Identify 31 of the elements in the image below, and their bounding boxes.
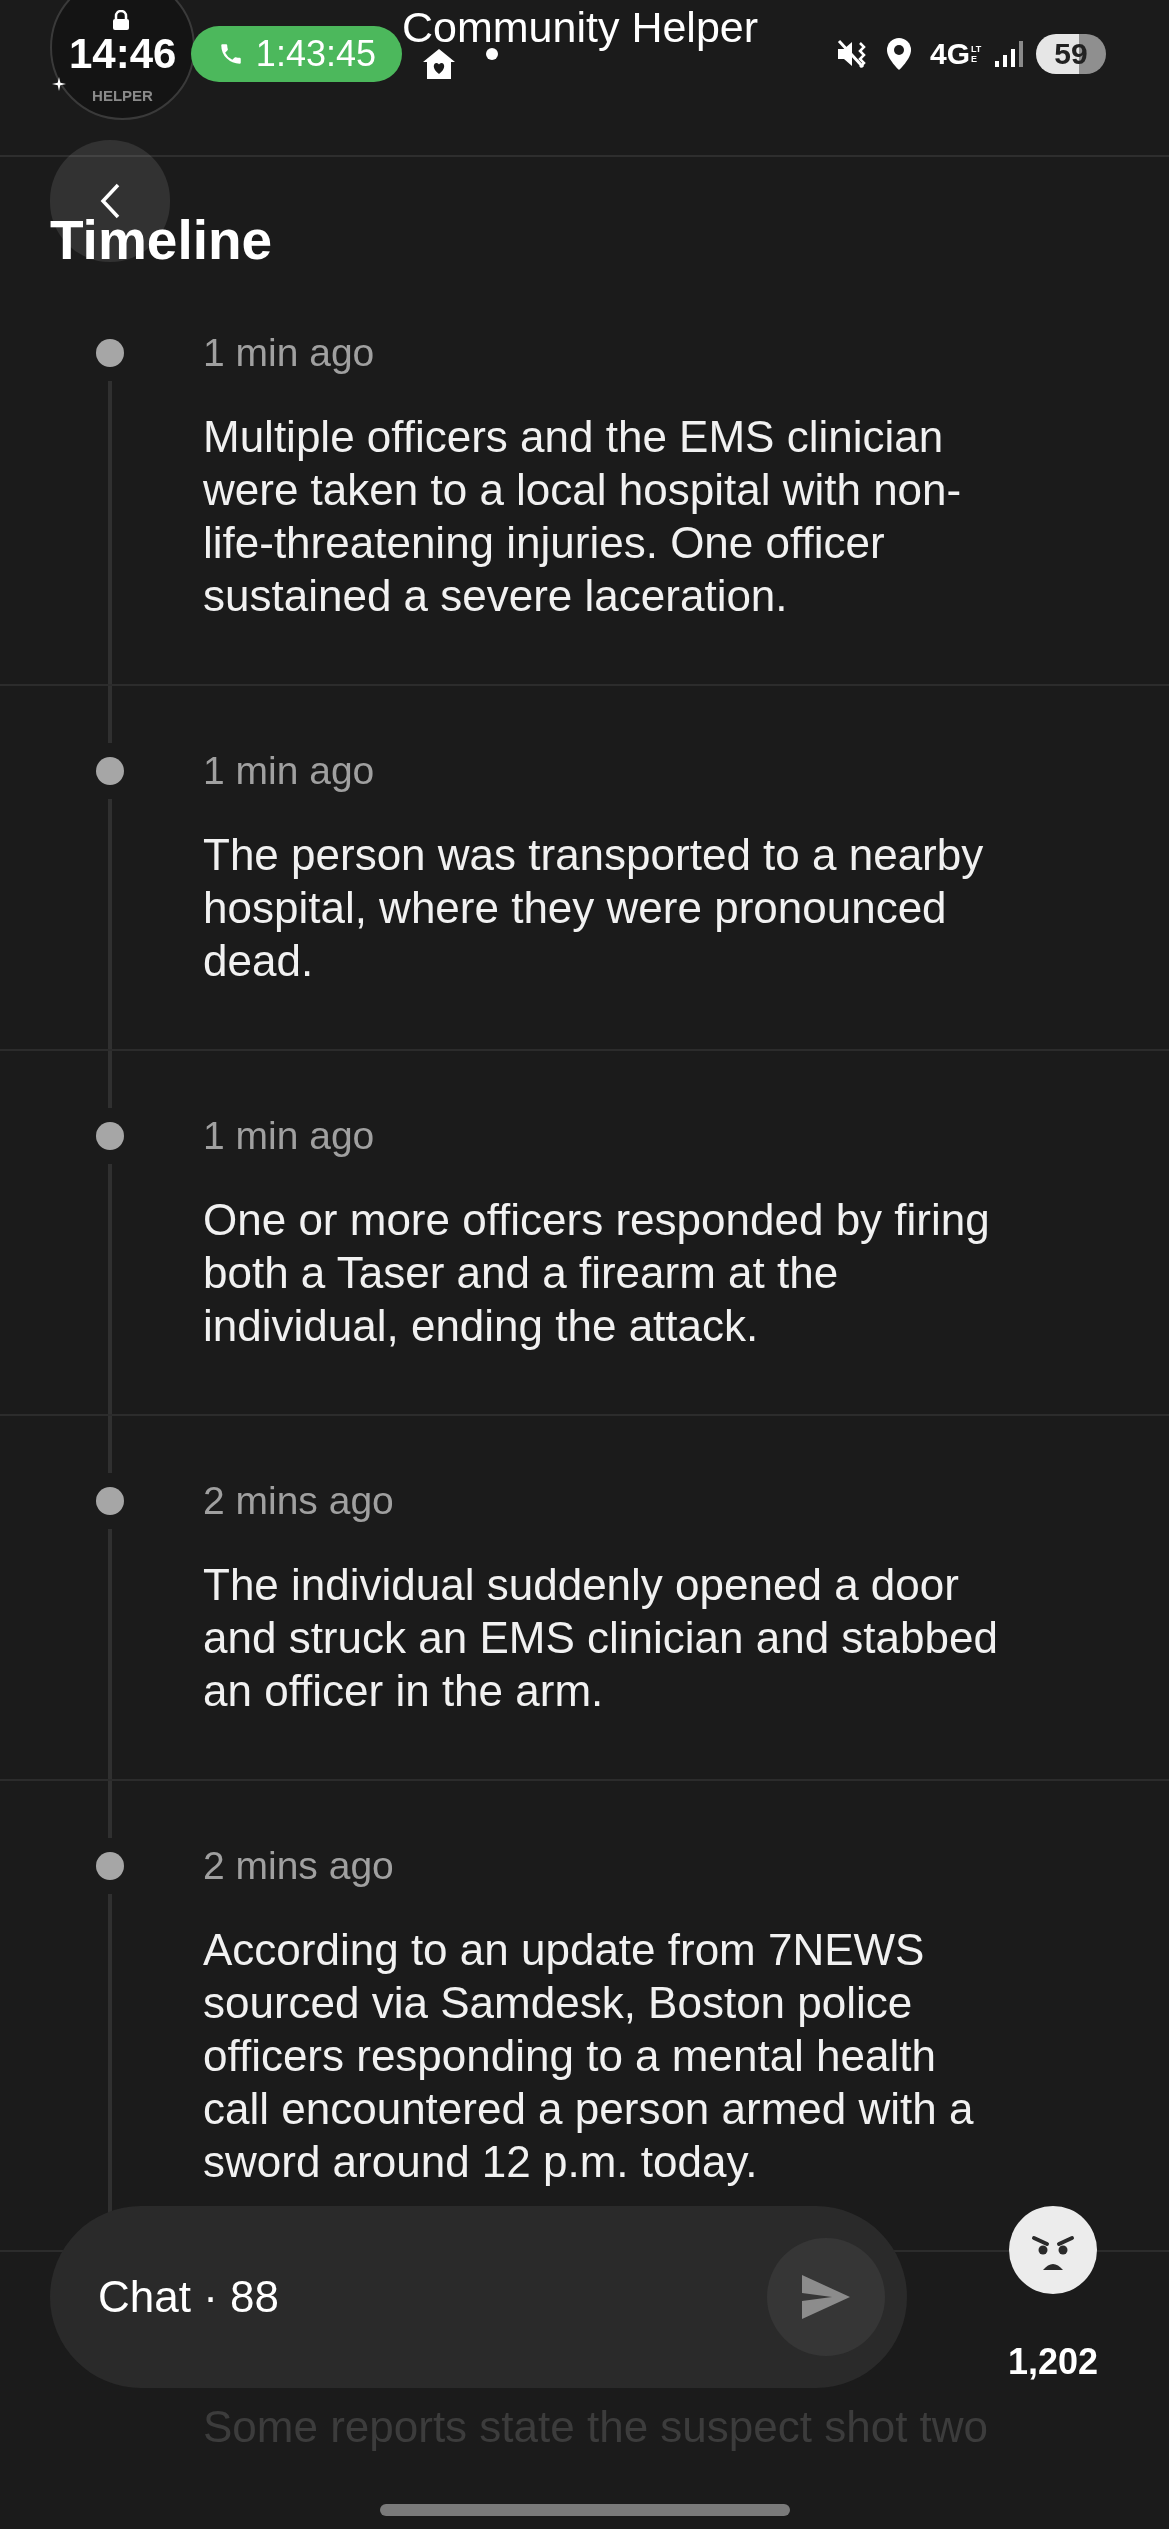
reaction-button[interactable]: 1,202 bbox=[998, 2206, 1108, 2382]
network-type: 4G bbox=[929, 38, 970, 70]
entry-time: 1 min ago bbox=[203, 1113, 375, 1159]
sparkle-icon bbox=[52, 77, 66, 91]
entry-time: 1 min ago bbox=[203, 330, 375, 376]
send-icon bbox=[802, 2275, 850, 2319]
timeline-dot-icon bbox=[96, 757, 124, 785]
timeline-dot-icon bbox=[96, 339, 124, 367]
entry-time: 2 mins ago bbox=[203, 1843, 394, 1889]
signal-icon bbox=[995, 41, 1025, 67]
entry-text: Multiple officers and the EMS clinician were taken to a local hospital with non-life-threatening injuries. One officer sustained a severe laceration. bbox=[203, 411, 963, 622]
timeline-dot-icon bbox=[96, 1487, 124, 1515]
page-title: Timeline bbox=[50, 212, 273, 268]
battery-indicator: 59 bbox=[1036, 34, 1106, 74]
entry-text: The individual suddenly opened a door and struck an EMS clinician and stabbed an officer in the arm. bbox=[203, 1559, 999, 1717]
entry-text: The person was transported to a nearby hospital, where they were pronounced dead. bbox=[203, 829, 985, 987]
entry-time: 1 min ago bbox=[203, 748, 375, 794]
lock-icon bbox=[112, 10, 130, 30]
chat-bar[interactable]: Chat · 88 bbox=[50, 2206, 907, 2388]
call-timer: 1:43:45 bbox=[255, 34, 376, 74]
timeline-dot-icon bbox=[96, 1122, 124, 1150]
entry-text: One or more officers responded by firing both a Taser and a firearm at the individual, ending the attack. bbox=[203, 1194, 991, 1352]
logo-text: HELPER bbox=[92, 88, 153, 104]
timeline-dot-icon bbox=[96, 1852, 124, 1880]
chat-label: Chat · 88 bbox=[98, 2273, 279, 2321]
clock-time: 14:46 bbox=[69, 33, 177, 75]
network-detail: LTE bbox=[971, 44, 983, 64]
entry-text: According to an update from 7NEWS sourced via Samdesk, Boston police officers responding to a mental health call encountered a person armed with a sword around 12 p.m. today. bbox=[203, 1924, 975, 2188]
entry-time: 2 mins ago bbox=[203, 1478, 394, 1524]
location-icon bbox=[884, 38, 913, 70]
chevron-left-icon bbox=[99, 183, 121, 219]
